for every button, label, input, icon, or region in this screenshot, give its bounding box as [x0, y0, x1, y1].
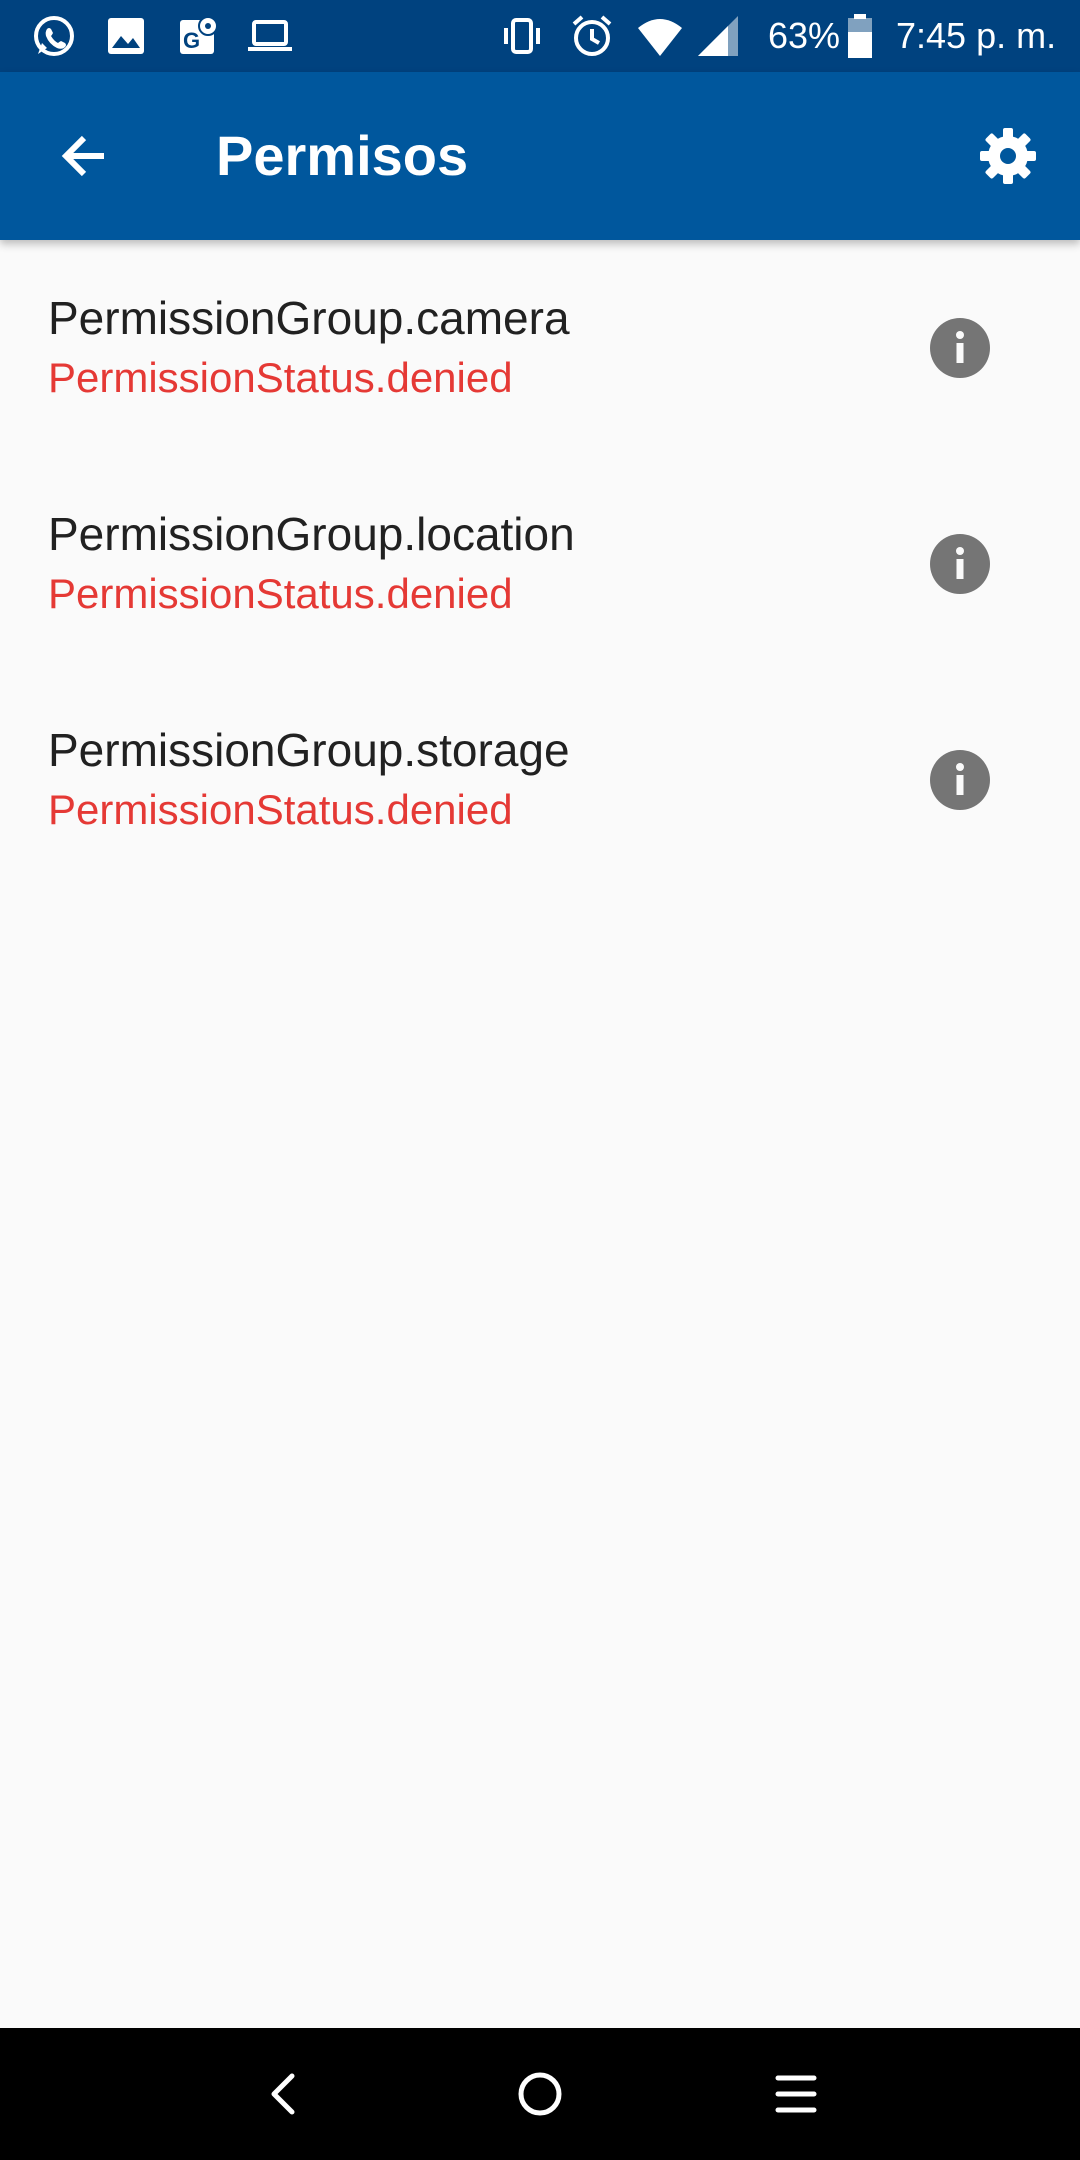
back-button[interactable]	[42, 114, 126, 198]
status-bar: G 63% 7:45 p. m.	[0, 0, 1080, 72]
list-item[interactable]: PermissionGroup.storage PermissionStatus…	[0, 672, 1080, 888]
info-icon[interactable]	[930, 318, 990, 378]
permission-status-label: PermissionStatus.denied	[48, 354, 513, 401]
gear-icon	[980, 128, 1036, 184]
permission-status-label: PermissionStatus.denied	[48, 570, 513, 617]
permission-status-label: PermissionStatus.denied	[48, 786, 513, 833]
signal-icon	[694, 12, 742, 60]
gallery-icon	[102, 12, 150, 60]
laptop-icon	[246, 12, 294, 60]
maps-icon: G	[174, 12, 222, 60]
nav-home-icon[interactable]	[504, 2058, 576, 2130]
list-item[interactable]: PermissionGroup.location PermissionStatu…	[0, 456, 1080, 672]
clock: 7:45 p. m.	[896, 15, 1057, 56]
info-icon[interactable]	[930, 750, 990, 810]
permission-group-label: PermissionGroup.location	[48, 508, 575, 560]
permission-group-label: PermissionGroup.camera	[48, 292, 570, 344]
nav-recents-icon[interactable]	[760, 2058, 832, 2130]
battery-percent: 63%	[768, 15, 841, 56]
info-icon[interactable]	[930, 534, 990, 594]
battery-icon	[836, 12, 884, 60]
svg-text:G: G	[183, 28, 200, 53]
app-bar: Permisos	[0, 72, 1080, 240]
settings-button[interactable]	[966, 114, 1050, 198]
navigation-bar	[0, 2028, 1080, 2160]
vibrate-icon	[498, 12, 546, 60]
page-title: Permisos	[216, 124, 469, 187]
wifi-icon	[636, 12, 684, 60]
alarm-icon	[568, 12, 616, 60]
list-item[interactable]: PermissionGroup.camera PermissionStatus.…	[0, 240, 1080, 456]
whatsapp-icon	[30, 12, 78, 60]
permission-list: PermissionGroup.camera PermissionStatus.…	[0, 240, 1080, 888]
nav-back-icon[interactable]	[248, 2058, 320, 2130]
arrow-back-icon	[61, 135, 104, 177]
permission-group-label: PermissionGroup.storage	[48, 724, 570, 776]
